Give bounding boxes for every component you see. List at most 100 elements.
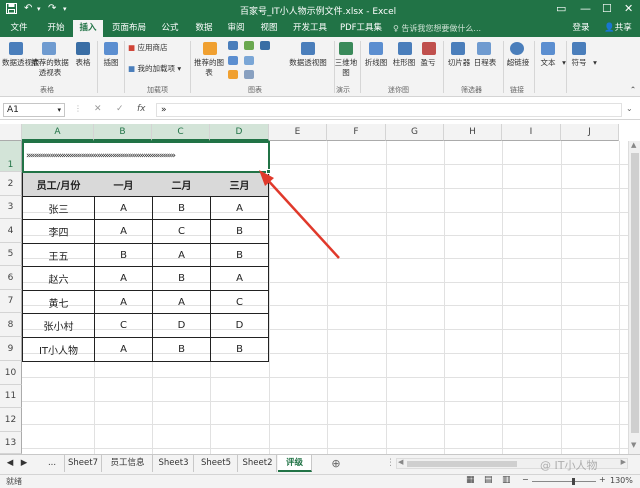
cancel-icon[interactable]: ✕: [94, 104, 102, 114]
select-all-corner[interactable]: [0, 124, 22, 141]
table-cell[interactable]: 张小村: [23, 314, 94, 337]
col-header-C[interactable]: C: [152, 124, 210, 141]
col-header-F[interactable]: F: [327, 124, 386, 141]
table-cell[interactable]: B: [211, 244, 268, 266]
table-cell[interactable]: 王五: [23, 244, 94, 266]
row-header-13[interactable]: 13: [0, 432, 22, 454]
illustrations-button[interactable]: 插图: [100, 58, 122, 68]
col-header-B[interactable]: B: [94, 124, 152, 141]
tab-pdf-tools[interactable]: PDF工具集: [338, 20, 384, 37]
close-icon[interactable]: ✕: [624, 2, 633, 15]
share-button[interactable]: 👤共享: [600, 20, 636, 37]
table-header-cell[interactable]: 二月: [153, 173, 210, 196]
table-cell[interactable]: B: [153, 197, 210, 219]
row-header-9[interactable]: 9: [0, 337, 22, 361]
vertical-scroll-thumb[interactable]: [631, 153, 639, 433]
row-header-1[interactable]: 1: [0, 141, 22, 172]
scroll-down-icon[interactable]: ▼: [631, 441, 636, 449]
table-cell[interactable]: B: [211, 338, 268, 361]
page-break-view-icon[interactable]: ▥: [502, 475, 511, 485]
zoom-slider[interactable]: [532, 478, 596, 485]
prev-sheet-icon[interactable]: ◀: [4, 455, 16, 472]
customize-qat-icon[interactable]: ▾: [63, 5, 67, 13]
col-header-D[interactable]: D: [210, 124, 269, 141]
table-cell[interactable]: A: [211, 197, 268, 219]
table-cell[interactable]: C: [211, 291, 268, 313]
horizontal-scroll-thumb[interactable]: [407, 461, 517, 467]
zoom-level[interactable]: 130%: [610, 476, 633, 485]
minimize-icon[interactable]: —: [580, 2, 591, 15]
symbol-button[interactable]: 符号: [567, 58, 591, 68]
store-button[interactable]: ■ 应用商店: [128, 43, 167, 53]
table-cell[interactable]: A: [153, 291, 210, 313]
slicer-button[interactable]: 切片器: [445, 58, 473, 68]
line-chart-icon[interactable]: [228, 56, 238, 65]
cell-A1-selected[interactable]: »»»»»»»»»»»»»»»»»»»»»»»»»»»»»»»»»»»»»»: [22, 141, 270, 173]
row-header-2[interactable]: 2: [0, 172, 22, 196]
table-cell[interactable]: A: [95, 220, 152, 243]
3d-map-button[interactable]: 三维地图: [334, 58, 358, 78]
table-header-cell[interactable]: 一月: [95, 173, 152, 196]
sparkline-column-button[interactable]: 柱形图: [389, 58, 419, 68]
row-header-8[interactable]: 8: [0, 313, 22, 337]
table-cell[interactable]: 赵六: [23, 267, 94, 290]
maximize-icon[interactable]: ☐: [602, 2, 612, 15]
tab-insert[interactable]: 插入: [73, 20, 103, 37]
table-header-cell[interactable]: 三月: [211, 173, 268, 196]
table-cell[interactable]: B: [211, 220, 268, 243]
table-cell[interactable]: D: [211, 314, 268, 337]
my-addins-button[interactable]: ■ 我的加载项 ▾: [128, 64, 181, 74]
worksheet-grid[interactable]: A B C D E F G H I J 1 2 3 4 5 6 7 8 9 10…: [0, 124, 640, 454]
pie-chart-icon[interactable]: [228, 70, 238, 79]
normal-view-icon[interactable]: ▦: [466, 475, 475, 485]
col-header-G[interactable]: G: [386, 124, 444, 141]
table-cell[interactable]: 黄七: [23, 291, 94, 313]
row-header-7[interactable]: 7: [0, 290, 22, 313]
tab-review[interactable]: 审阅: [222, 20, 250, 37]
formula-input[interactable]: »: [156, 103, 622, 117]
collapse-ribbon-icon[interactable]: ⌃: [628, 85, 638, 95]
enter-icon[interactable]: ✓: [116, 104, 124, 114]
zoom-in-icon[interactable]: +: [599, 475, 606, 484]
sheet-tab[interactable]: 员工信息: [103, 455, 153, 472]
table-cell[interactable]: C: [153, 220, 210, 243]
table-cell[interactable]: 李四: [23, 220, 94, 243]
sheet-tab-active[interactable]: 评级: [278, 455, 312, 472]
sparkline-line-button[interactable]: 折线图: [361, 58, 391, 68]
tab-formulas[interactable]: 公式: [156, 20, 184, 37]
sheet-tab[interactable]: Sheet2: [239, 455, 277, 472]
table-cell[interactable]: B: [153, 338, 210, 361]
row-header-11[interactable]: 11: [0, 385, 22, 408]
sparkline-winloss-button[interactable]: 盈亏: [416, 58, 440, 68]
insert-function-icon[interactable]: fx: [137, 104, 146, 114]
table-cell[interactable]: D: [153, 314, 210, 337]
redo-icon[interactable]: ↷: [48, 3, 56, 14]
text-button[interactable]: 文本: [536, 58, 560, 68]
table-cell[interactable]: A: [95, 197, 152, 219]
tab-developer[interactable]: 开发工具: [290, 20, 330, 37]
row-header-6[interactable]: 6: [0, 266, 22, 290]
table-cell[interactable]: 张三: [23, 197, 94, 219]
tell-me-search[interactable]: ♀ 告诉我您想要做什么...: [393, 20, 481, 37]
hyperlink-button[interactable]: 超链接: [504, 58, 532, 68]
expand-formula-icon[interactable]: ⌄: [626, 104, 633, 113]
col-header-J[interactable]: J: [561, 124, 619, 141]
row-header-10[interactable]: 10: [0, 361, 22, 385]
sheet-tab[interactable]: Sheet7: [64, 455, 102, 472]
zoom-slider-thumb[interactable]: [572, 478, 575, 485]
col-header-H[interactable]: H: [444, 124, 502, 141]
ribbon-display-icon[interactable]: ▭: [556, 2, 566, 15]
undo-icon[interactable]: ↶: [24, 3, 32, 14]
scroll-right-icon[interactable]: ▶: [621, 458, 626, 466]
save-icon[interactable]: [6, 3, 17, 17]
table-cell[interactable]: A: [95, 338, 152, 361]
table-cell[interactable]: IT小人物: [23, 338, 94, 361]
table-cell[interactable]: B: [95, 244, 152, 266]
table-header-cell[interactable]: 员工/月份: [23, 173, 94, 196]
table-cell[interactable]: A: [211, 267, 268, 290]
table-cell[interactable]: B: [153, 267, 210, 290]
col-header-E[interactable]: E: [269, 124, 327, 141]
sheet-tab[interactable]: Sheet5: [195, 455, 238, 472]
row-header-4[interactable]: 4: [0, 219, 22, 243]
scroll-left-icon[interactable]: ◀: [398, 458, 403, 466]
